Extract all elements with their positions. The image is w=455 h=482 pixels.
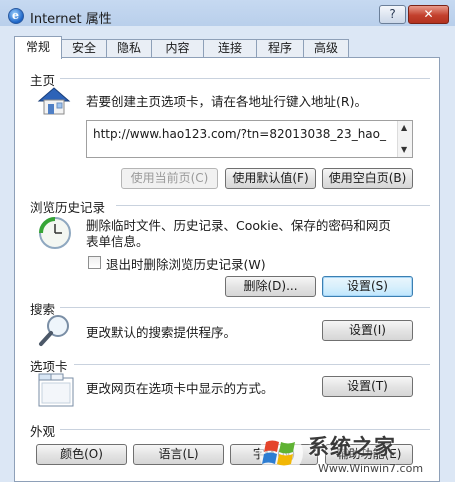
clock-icon <box>39 217 71 249</box>
internet-properties-dialog: e Internet 属性 ? ✕ 常规 安全 隐私 内容 连接 程序 高级 主… <box>0 0 455 482</box>
help-button[interactable]: ? <box>379 5 406 24</box>
close-button[interactable]: ✕ <box>408 5 449 24</box>
languages-button[interactable]: 语言(L) <box>133 444 224 465</box>
delete-on-exit-checkbox[interactable] <box>88 256 101 269</box>
tabs-divider <box>74 364 430 365</box>
history-heading: 浏览历史记录 <box>30 200 106 215</box>
homepage-url-value: http://www.hao123.com/?tn=82013038_23_ha… <box>93 127 386 141</box>
history-divider <box>116 205 430 206</box>
tab-connections[interactable]: 连接 <box>203 39 257 58</box>
search-divider <box>60 307 430 308</box>
homepage-instruction: 若要创建主页选项卡，请在各地址行键入地址(R)。 <box>86 94 367 109</box>
title-bar[interactable]: e Internet 属性 ? ✕ <box>0 0 455 30</box>
watermark-brand: 系统之家 <box>308 435 396 459</box>
history-description-line2: 表单信息。 <box>86 234 149 249</box>
tab-programs[interactable]: 程序 <box>256 39 304 58</box>
tabs-icon <box>38 373 74 407</box>
scroll-down-icon[interactable]: ▼ <box>401 145 407 154</box>
homepage-url-textarea[interactable]: http://www.hao123.com/?tn=82013038_23_ha… <box>86 120 413 158</box>
use-default-button[interactable]: 使用默认值(F) <box>225 168 316 189</box>
tabs-description: 更改网页在选项卡中显示的方式。 <box>86 381 274 396</box>
homepage-divider <box>60 78 430 79</box>
delete-history-button[interactable]: 删除(D)... <box>225 276 316 297</box>
delete-on-exit-label[interactable]: 退出时删除浏览历史记录(W) <box>106 254 266 273</box>
search-description: 更改默认的搜索提供程序。 <box>86 325 237 340</box>
window-title: Internet 属性 <box>30 12 112 27</box>
tab-advanced[interactable]: 高级 <box>303 39 349 58</box>
tabs-settings-button[interactable]: 设置(T) <box>322 376 413 397</box>
site-watermark: 系统之家 Www.Winwin7.com <box>258 428 455 482</box>
scroll-up-icon[interactable]: ▲ <box>401 123 407 132</box>
internet-explorer-icon: e <box>8 8 24 24</box>
history-settings-button[interactable]: 设置(S) <box>322 276 413 297</box>
use-blank-button[interactable]: 使用空白页(B) <box>322 168 413 189</box>
url-scrollbar[interactable]: ▲ ▼ <box>397 121 412 157</box>
tab-general[interactable]: 常规 <box>14 36 62 59</box>
search-settings-button[interactable]: 设置(I) <box>322 320 413 341</box>
colors-button[interactable]: 颜色(O) <box>36 444 127 465</box>
house-icon <box>37 87 71 115</box>
windows-logo-icon <box>259 431 303 475</box>
use-current-button[interactable]: 使用当前页(C) <box>121 168 218 189</box>
tab-security[interactable]: 安全 <box>61 39 107 58</box>
appearance-heading: 外观 <box>30 424 56 439</box>
watermark-site: Www.Winwin7.com <box>318 462 424 475</box>
magnifier-icon <box>39 315 69 346</box>
tab-content[interactable]: 内容 <box>151 39 204 58</box>
tab-privacy[interactable]: 隐私 <box>106 39 152 58</box>
